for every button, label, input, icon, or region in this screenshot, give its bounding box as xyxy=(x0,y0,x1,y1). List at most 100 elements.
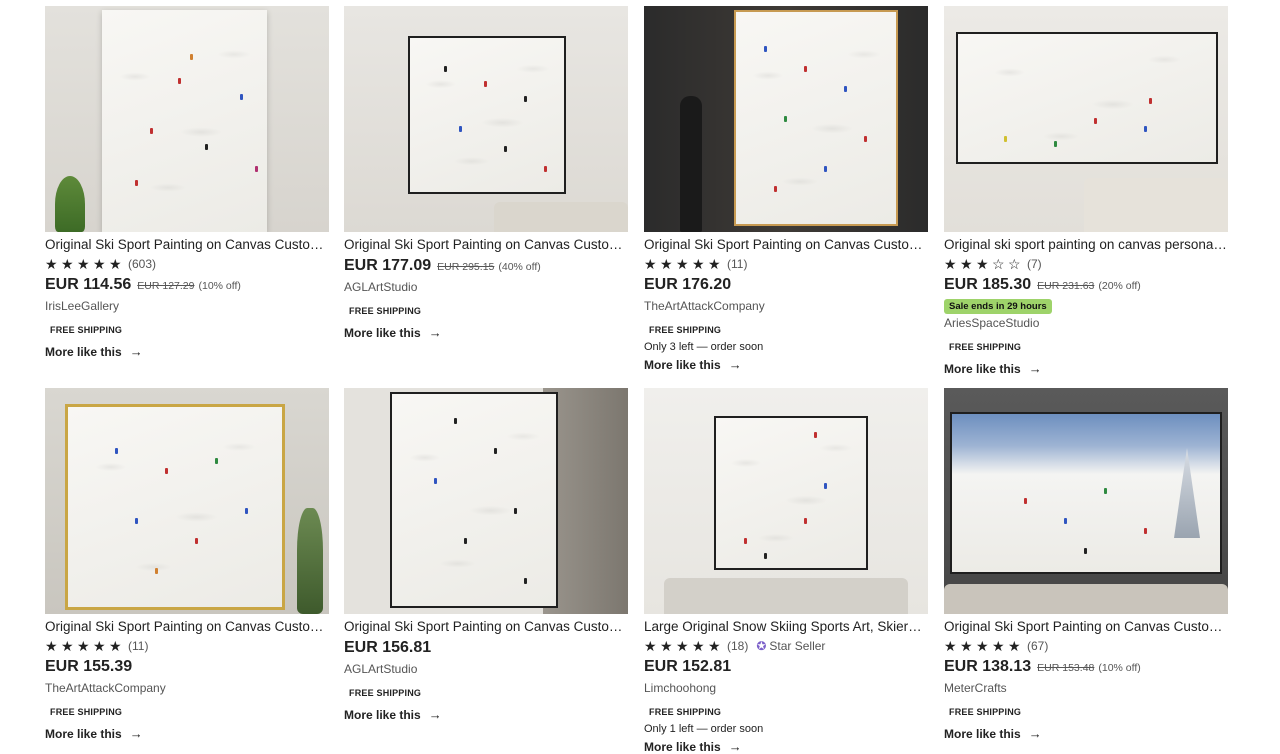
star-icon: ★ xyxy=(77,256,90,272)
listing-image[interactable] xyxy=(644,388,928,614)
shop-name[interactable]: Limchoohong xyxy=(644,681,928,697)
star-icon: ★ xyxy=(77,638,90,654)
star-icon: ★ xyxy=(660,256,673,272)
rating: ★ ★ ★ ☆ ☆ (7) xyxy=(944,255,1228,273)
star-rating: ★ ★ ★ ★ ★ xyxy=(944,639,1024,653)
free-shipping-badge: FREE shipping xyxy=(649,707,722,717)
listing-title[interactable]: Large Original Snow Skiing Sports Art, S… xyxy=(644,618,928,636)
price: EUR 156.81 xyxy=(344,639,432,656)
price-row: EUR 114.56 EUR 127.29 (10% off) xyxy=(45,276,329,296)
star-icon: ★ xyxy=(660,638,673,654)
listing-title[interactable]: Original ski sport painting on canvas pe… xyxy=(944,236,1228,254)
shop-name[interactable]: MeterCrafts xyxy=(944,681,1228,697)
star-seller-icon: ✪ xyxy=(756,639,767,653)
original-price: EUR 153.48 xyxy=(1037,662,1095,674)
shop-name[interactable]: TheArtAttackCompany xyxy=(45,681,329,697)
listing-card[interactable]: Original Ski Sport Painting on Canvas Cu… xyxy=(344,6,628,340)
shop-name[interactable]: AGLArtStudio xyxy=(344,280,628,296)
listing-image[interactable] xyxy=(45,388,329,614)
listing-card[interactable]: Original Ski Sport Painting on Canvas Cu… xyxy=(45,6,329,359)
price-row: EUR 177.09 EUR 295.15 (40% off) xyxy=(344,257,628,277)
star-icon: ★ xyxy=(45,256,58,272)
discount: (40% off) xyxy=(498,261,541,273)
listing-title[interactable]: Original Ski Sport Painting on Canvas Cu… xyxy=(344,618,628,636)
star-icon: ★ xyxy=(644,256,657,272)
rating: ★ ★ ★ ★ ★ (18) ✪ Star Seller xyxy=(644,637,928,655)
painting xyxy=(408,36,566,194)
shop-name[interactable]: TheArtAttackCompany xyxy=(644,299,928,315)
star-empty-icon: ☆ xyxy=(992,256,1005,272)
rating: ★ ★ ★ ★ ★ (603) xyxy=(45,255,329,273)
arrow-right-icon: → xyxy=(728,739,742,754)
star-icon: ★ xyxy=(45,638,58,654)
painting xyxy=(714,416,868,570)
more-like-this-link[interactable]: More like this → xyxy=(644,357,928,372)
listing-image[interactable] xyxy=(344,388,628,614)
free-shipping-badge: FREE shipping xyxy=(50,707,123,717)
price: EUR 185.30 xyxy=(944,276,1032,293)
more-like-this-link[interactable]: More like this → xyxy=(644,739,928,754)
more-like-this-link[interactable]: More like this → xyxy=(45,726,329,741)
review-count: (18) xyxy=(727,639,749,653)
star-rating: ★ ★ ★ ★ ★ xyxy=(644,639,724,653)
more-like-this-label: More like this xyxy=(45,344,122,359)
rating: ★ ★ ★ ★ ★ (67) xyxy=(944,637,1228,655)
price-row: EUR 138.13 EUR 153.48 (10% off) xyxy=(944,658,1228,678)
review-count: (7) xyxy=(1027,257,1042,271)
painting xyxy=(956,32,1218,164)
shop-name[interactable]: AriesSpaceStudio xyxy=(944,316,1228,332)
more-like-this-link[interactable]: More like this → xyxy=(944,361,1228,376)
arrow-right-icon: → xyxy=(1028,726,1042,741)
listing-image[interactable] xyxy=(944,388,1228,614)
more-like-this-link[interactable]: More like this → xyxy=(944,726,1228,741)
listing-image[interactable] xyxy=(45,6,329,232)
star-icon: ★ xyxy=(976,638,989,654)
more-like-this-link[interactable]: More like this → xyxy=(344,325,628,340)
listing-title[interactable]: Original Ski Sport Painting on Canvas Cu… xyxy=(944,618,1228,636)
listing-image[interactable] xyxy=(944,6,1228,232)
original-price: EUR 231.63 xyxy=(1037,280,1095,292)
price: EUR 176.20 xyxy=(644,276,732,293)
free-shipping-badge: FREE shipping xyxy=(349,306,422,316)
more-like-this-label: More like this xyxy=(944,361,1021,376)
more-like-this-link[interactable]: More like this → xyxy=(344,707,628,722)
listing-card[interactable]: Large Original Snow Skiing Sports Art, S… xyxy=(644,388,928,754)
listing-card[interactable]: Original Ski Sport Painting on Canvas Cu… xyxy=(944,388,1228,741)
price: EUR 155.39 xyxy=(45,658,133,675)
star-icon: ★ xyxy=(992,638,1005,654)
price-row: EUR 155.39 xyxy=(45,658,329,678)
star-seller-badge: ✪ Star Seller xyxy=(756,639,825,653)
listing-image[interactable] xyxy=(644,6,928,232)
star-icon: ★ xyxy=(1008,638,1021,654)
more-like-this-link[interactable]: More like this → xyxy=(45,344,329,359)
listing-title[interactable]: Original Ski Sport Painting on Canvas Cu… xyxy=(644,236,928,254)
price-row: EUR 185.30 EUR 231.63 (20% off) xyxy=(944,276,1228,296)
listing-title[interactable]: Original Ski Sport Painting on Canvas Cu… xyxy=(45,618,329,636)
review-count: (67) xyxy=(1027,639,1049,653)
free-shipping-badge: FREE shipping xyxy=(649,325,722,335)
star-icon: ★ xyxy=(944,638,957,654)
price-row: EUR 152.81 xyxy=(644,658,928,678)
shop-name[interactable]: IrisLeeGallery xyxy=(45,299,329,315)
free-shipping-badge: FREE shipping xyxy=(949,707,1022,717)
star-rating: ★ ★ ★ ★ ★ xyxy=(45,257,125,271)
price: EUR 114.56 xyxy=(45,276,132,293)
price-row: EUR 176.20 xyxy=(644,276,928,296)
star-icon: ★ xyxy=(109,638,122,654)
listing-title[interactable]: Original Ski Sport Painting on Canvas Cu… xyxy=(45,236,329,254)
star-icon: ★ xyxy=(61,638,74,654)
star-seller-label: Star Seller xyxy=(769,639,826,653)
painting xyxy=(102,10,267,232)
listing-card[interactable]: Original ski sport painting on canvas pe… xyxy=(944,6,1228,376)
star-icon: ★ xyxy=(708,638,721,654)
listing-card[interactable]: Original Ski Sport Painting on Canvas Cu… xyxy=(45,388,329,741)
star-icon: ★ xyxy=(976,256,989,272)
more-like-this-label: More like this xyxy=(644,739,721,754)
star-icon: ★ xyxy=(644,638,657,654)
listing-title[interactable]: Original Ski Sport Painting on Canvas Cu… xyxy=(344,236,628,254)
listing-card[interactable]: Original Ski Sport Painting on Canvas Cu… xyxy=(344,388,628,722)
star-icon: ★ xyxy=(93,256,106,272)
listing-card[interactable]: Original Ski Sport Painting on Canvas Cu… xyxy=(644,6,928,372)
shop-name[interactable]: AGLArtStudio xyxy=(344,662,628,678)
listing-image[interactable] xyxy=(344,6,628,232)
